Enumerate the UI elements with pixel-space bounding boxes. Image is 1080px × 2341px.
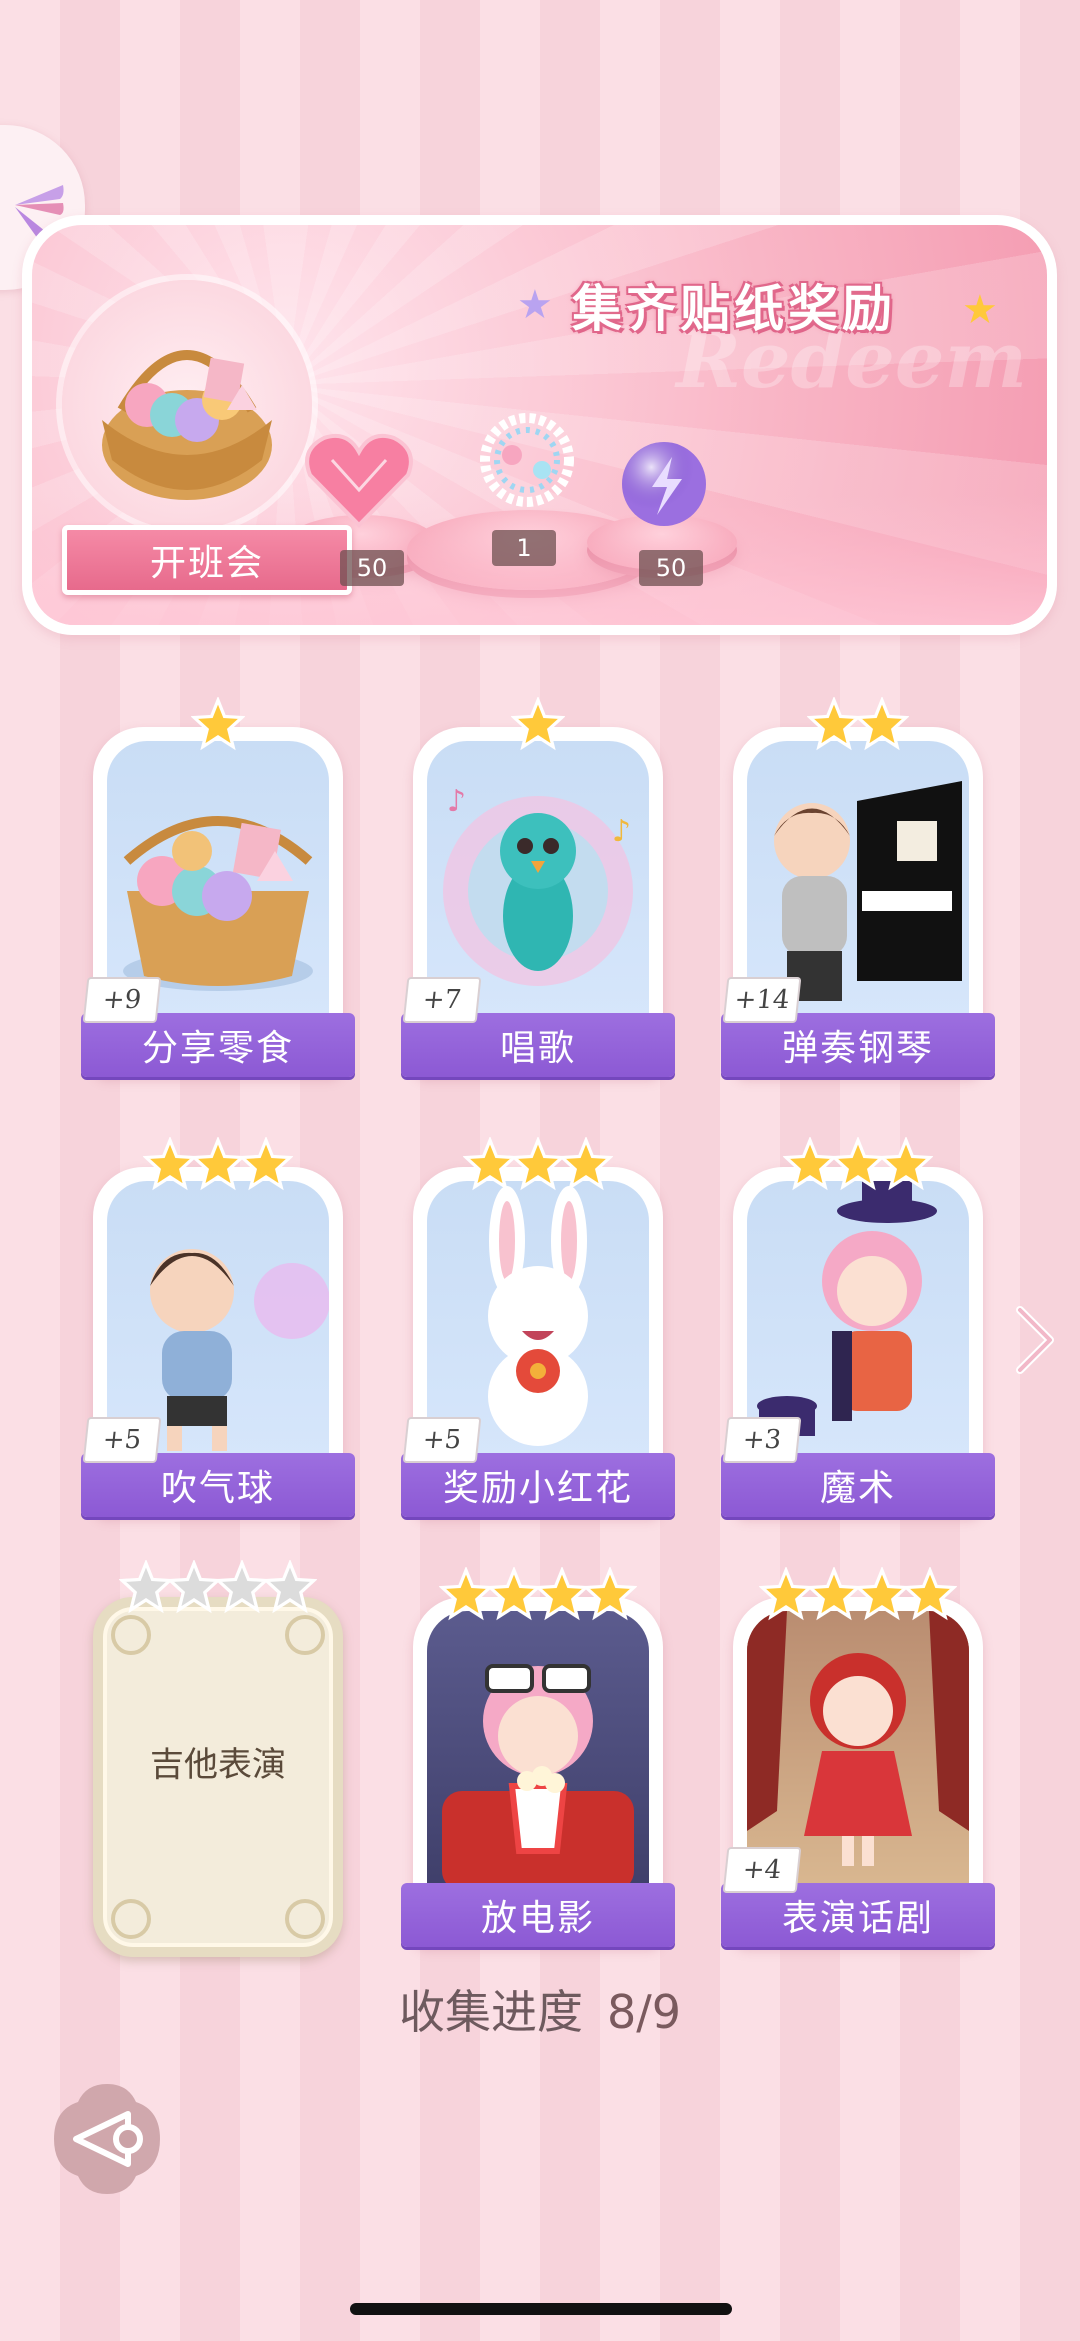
card-bonus: +5 — [82, 1417, 162, 1463]
sticker-card[interactable]: +3 魔术 — [721, 1137, 995, 1517]
card-stars — [93, 697, 343, 757]
star-icon — [511, 1137, 565, 1191]
lightning-orb-icon[interactable] — [617, 437, 712, 536]
reward-count: 1 — [492, 530, 556, 566]
star-icon — [903, 1567, 957, 1621]
star-icon — [535, 1567, 589, 1621]
star-icon — [807, 697, 861, 751]
card-stars — [413, 697, 663, 757]
card-bonus: +5 — [402, 1417, 482, 1463]
chevron-right-icon[interactable] — [1010, 1300, 1060, 1380]
card-stars — [733, 1567, 983, 1627]
star-icon — [511, 697, 565, 751]
card-bonus: +3 — [722, 1417, 802, 1463]
card-name: 吉他表演 — [150, 1745, 286, 1785]
collection-progress: 收集进度 8/9 — [0, 1976, 1080, 2042]
sticker-card[interactable]: +5 吹气球 — [81, 1137, 355, 1517]
star-icon — [783, 1137, 837, 1191]
card-stars — [413, 1567, 663, 1627]
star-icon — [855, 697, 909, 751]
sticker-card[interactable]: +9 分享零食 — [81, 697, 355, 1077]
card-name: 吹气球 — [160, 1468, 275, 1509]
back-button[interactable] — [48, 2080, 166, 2198]
star-icon — [559, 1137, 613, 1191]
star-icon — [831, 1137, 885, 1191]
star-icon — [879, 1137, 933, 1191]
card-bonus: +7 — [402, 977, 482, 1023]
svg-text:♪: ♪ — [612, 814, 631, 849]
star-icon — [191, 697, 245, 751]
progress-value: 8/9 — [606, 1985, 682, 2039]
card-name: 奖励小红花 — [442, 1468, 633, 1509]
sticker-card[interactable]: +14 弹奏钢琴 — [721, 697, 995, 1077]
card-name: 唱歌 — [499, 1028, 576, 1069]
card-stars — [93, 1137, 343, 1197]
card-stars — [93, 1560, 343, 1620]
reward-count: 50 — [340, 550, 404, 586]
card-stars — [733, 697, 983, 757]
purple-star-icon: ★ — [517, 282, 553, 328]
sticker-card[interactable]: +5 奖励小红花 — [401, 1137, 675, 1517]
card-stars — [413, 1137, 663, 1197]
star-icon — [239, 1137, 293, 1191]
reward-panel-title: 集齐贴纸奖励 — [572, 280, 896, 338]
event-label[interactable]: 开班会 — [62, 525, 352, 595]
reward-count: 50 — [639, 550, 703, 586]
star-icon — [759, 1567, 813, 1621]
sticker-reward-panel: Redeem ★ ★ 集齐贴纸奖励 开班会 50 1 50 — [22, 215, 1057, 635]
heart-gem-icon[interactable] — [302, 430, 417, 534]
card-stars — [733, 1137, 983, 1197]
star-icon — [463, 1137, 517, 1191]
event-icon-circle — [62, 280, 312, 530]
star-icon — [583, 1567, 637, 1621]
star-icon — [439, 1567, 493, 1621]
empty-star-icon — [215, 1560, 269, 1614]
star-icon — [487, 1567, 541, 1621]
star-icon — [807, 1567, 861, 1621]
card-name: 弹奏钢琴 — [781, 1028, 934, 1069]
star-icon — [855, 1567, 909, 1621]
pearl-bracelet-icon[interactable] — [462, 400, 592, 534]
empty-star-icon — [119, 1560, 173, 1614]
card-name: 表演话剧 — [781, 1898, 934, 1939]
snack-basket-icon — [102, 350, 272, 500]
card-name: 魔术 — [819, 1468, 896, 1509]
star-icon — [191, 1137, 245, 1191]
sticker-card[interactable]: 放电影 — [401, 1567, 675, 1947]
locked-sticker-card[interactable]: 吉他表演 — [93, 1597, 343, 1957]
sticker-card[interactable]: +4 表演话剧 — [721, 1567, 995, 1947]
empty-star-icon — [263, 1560, 317, 1614]
progress-label: 收集进度 — [398, 1985, 583, 2039]
card-bonus: +14 — [722, 977, 802, 1023]
card-name: 放电影 — [480, 1898, 595, 1939]
card-bonus: +9 — [82, 977, 162, 1023]
star-icon — [143, 1137, 197, 1191]
girl-popcorn-icon — [427, 1611, 649, 1891]
card-name: 分享零食 — [141, 1028, 294, 1069]
empty-star-icon — [167, 1560, 221, 1614]
home-indicator[interactable] — [350, 2303, 732, 2315]
gold-star-icon: ★ — [962, 287, 998, 333]
sticker-card[interactable]: ♪ ♪ +7 唱歌 — [401, 697, 675, 1077]
svg-text:♪: ♪ — [447, 784, 466, 819]
card-bonus: +4 — [722, 1847, 802, 1893]
